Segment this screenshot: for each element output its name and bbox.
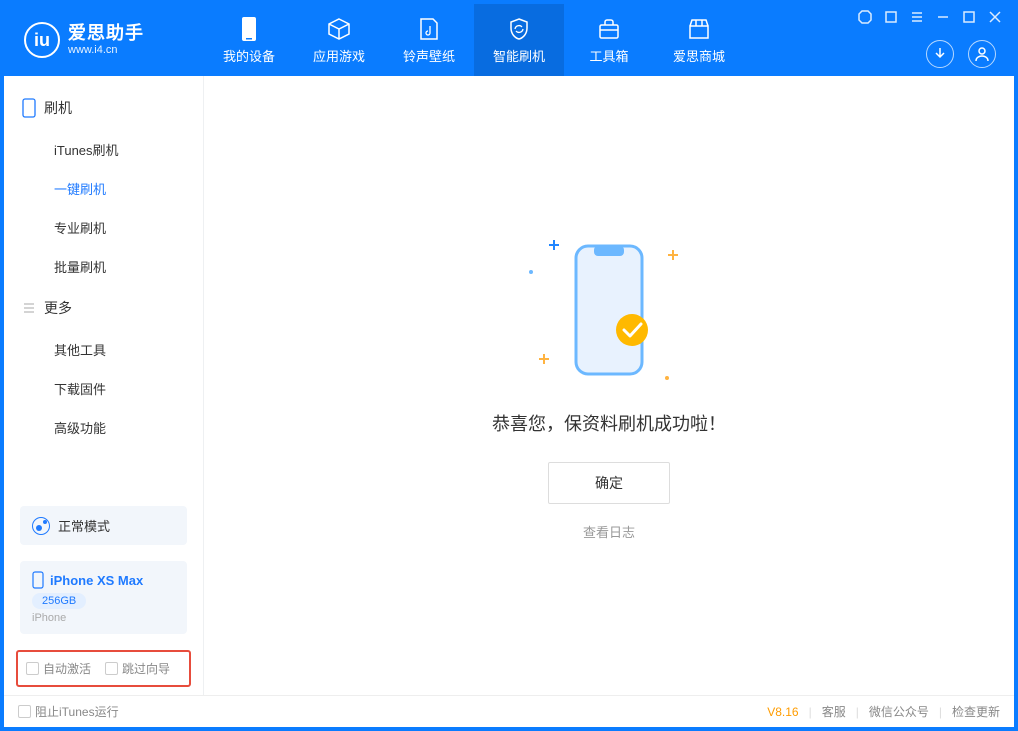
maximize-icon[interactable]	[962, 10, 976, 24]
checkbox-label: 跳过向导	[122, 660, 170, 677]
checkbox-skip-guide[interactable]: 跳过向导	[105, 660, 170, 677]
sidebar-item-batch-flash[interactable]: 批量刷机	[4, 247, 203, 286]
checkbox-auto-activate[interactable]: 自动激活	[26, 660, 91, 677]
minimize-icon[interactable]	[936, 10, 950, 24]
sidebar-section-more: 更多	[4, 286, 203, 330]
window-controls	[858, 10, 1002, 24]
success-message: 恭喜您，保资料刷机成功啦！	[492, 410, 726, 436]
checkbox-icon	[26, 662, 39, 675]
nav-apps-games[interactable]: 应用游戏	[294, 4, 384, 76]
logo[interactable]: iu 爱思助手 www.i4.cn	[4, 4, 204, 76]
device-info-box[interactable]: iPhone XS Max 256GB iPhone	[20, 561, 187, 634]
user-icon[interactable]	[968, 40, 996, 68]
skin-icon[interactable]	[884, 10, 898, 24]
sidebar: 刷机 iTunes刷机 一键刷机 专业刷机 批量刷机 更多 其他工具 下载固件 …	[4, 76, 204, 695]
list-icon	[22, 301, 36, 315]
view-log-link[interactable]: 查看日志	[583, 522, 635, 541]
close-icon[interactable]	[988, 10, 1002, 24]
options-highlight-box: 自动激活 跳过向导	[16, 650, 191, 687]
sidebar-item-pro-flash[interactable]: 专业刷机	[4, 208, 203, 247]
footer-support[interactable]: 客服	[822, 703, 846, 720]
nav-toolbox[interactable]: 工具箱	[564, 4, 654, 76]
checkbox-icon	[105, 662, 118, 675]
mode-label: 正常模式	[58, 516, 110, 535]
theme-icon[interactable]	[858, 10, 872, 24]
nav-store[interactable]: 爱思商城	[654, 4, 744, 76]
nav-smart-flash[interactable]: 智能刷机	[474, 4, 564, 76]
store-icon	[686, 16, 712, 42]
ok-button[interactable]: 确定	[548, 462, 670, 504]
music-file-icon	[416, 16, 442, 42]
menu-icon[interactable]	[910, 10, 924, 24]
checkbox-label: 阻止iTunes运行	[35, 703, 119, 720]
sidebar-item-advanced[interactable]: 高级功能	[4, 408, 203, 447]
device-type: iPhone	[32, 612, 175, 624]
nav-my-device[interactable]: 我的设备	[204, 4, 294, 76]
checkbox-label: 自动激活	[43, 660, 91, 677]
phone-tiny-icon	[32, 571, 44, 589]
sidebar-item-itunes-flash[interactable]: iTunes刷机	[4, 130, 203, 169]
section-label: 刷机	[44, 98, 72, 118]
section-label: 更多	[44, 298, 72, 318]
mode-icon	[32, 517, 50, 535]
app-title: 爱思助手	[68, 24, 144, 44]
shield-refresh-icon	[506, 16, 532, 42]
success-illustration	[509, 230, 709, 390]
main-content: 恭喜您，保资料刷机成功啦！ 确定 查看日志	[204, 76, 1014, 695]
nav-label: 智能刷机	[493, 46, 545, 65]
app-logo-icon: iu	[24, 22, 60, 58]
checkbox-icon	[18, 705, 31, 718]
checkbox-block-itunes[interactable]: 阻止iTunes运行	[18, 703, 119, 720]
nav-label: 工具箱	[589, 46, 628, 65]
phone-success-icon	[564, 240, 654, 380]
nav-label: 应用游戏	[313, 46, 365, 65]
footer-check-update[interactable]: 检查更新	[952, 703, 1000, 720]
sidebar-item-one-click-flash[interactable]: 一键刷机	[4, 169, 203, 208]
nav-ringtones[interactable]: 铃声壁纸	[384, 4, 474, 76]
sidebar-item-other-tools[interactable]: 其他工具	[4, 330, 203, 369]
sidebar-item-download-fw[interactable]: 下载固件	[4, 369, 203, 408]
footer: 阻止iTunes运行 V8.16 | 客服 | 微信公众号 | 检查更新	[4, 695, 1014, 727]
nav-label: 爱思商城	[673, 46, 725, 65]
sidebar-section-flash: 刷机	[4, 86, 203, 130]
nav-label: 我的设备	[223, 46, 275, 65]
device-name: iPhone XS Max	[50, 573, 143, 588]
footer-wechat[interactable]: 微信公众号	[869, 703, 929, 720]
header: iu 爱思助手 www.i4.cn 我的设备 应用游戏	[4, 4, 1014, 76]
device-icon	[236, 16, 262, 42]
header-right	[926, 40, 996, 68]
device-storage: 256GB	[32, 593, 86, 609]
device-mode-box[interactable]: 正常模式	[20, 506, 187, 545]
toolbox-icon	[596, 16, 622, 42]
phone-small-icon	[22, 98, 36, 118]
app-subtitle: www.i4.cn	[68, 44, 144, 56]
version-label: V8.16	[767, 705, 798, 719]
cube-icon	[326, 16, 352, 42]
nav-label: 铃声壁纸	[403, 46, 455, 65]
download-icon[interactable]	[926, 40, 954, 68]
